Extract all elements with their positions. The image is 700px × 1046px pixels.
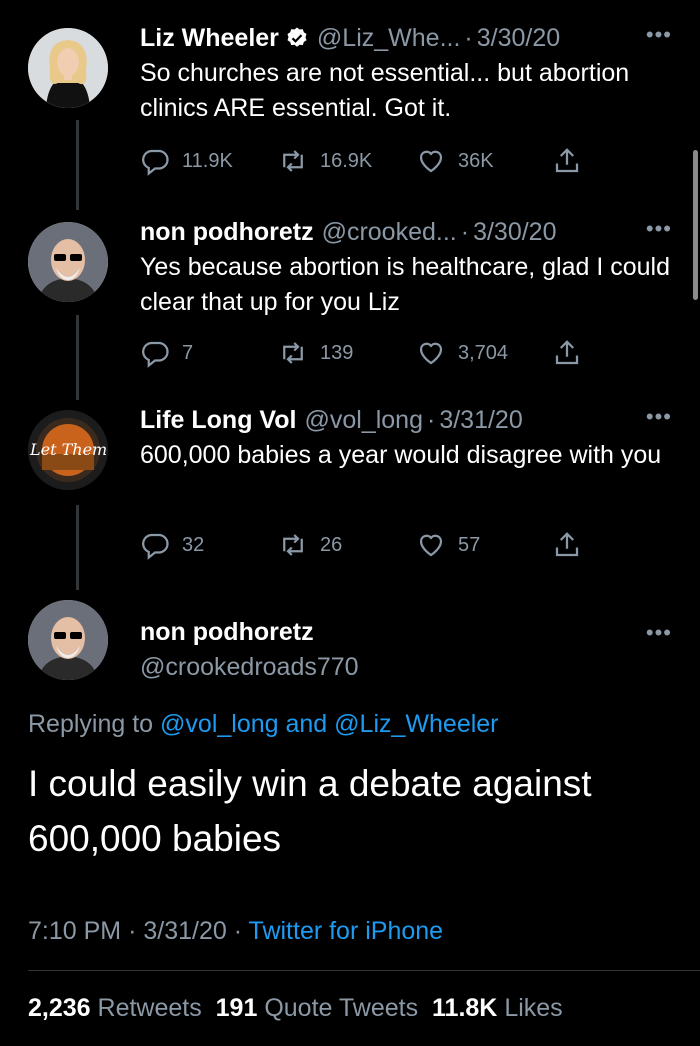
separator-dot: · — [426, 406, 436, 434]
tweet-source-link[interactable]: Twitter for iPhone — [249, 917, 444, 945]
main-tweet-text: I could easily win a debate against 600,… — [28, 763, 592, 859]
main-author-name[interactable]: non podhoretz — [140, 618, 359, 647]
more-options-icon[interactable]: ••• — [646, 216, 672, 242]
author-name[interactable]: Liz Wheeler — [140, 22, 279, 54]
heart-icon — [419, 534, 443, 557]
engagement-stats: 2,236 Retweets 191 Quote Tweets 11.8K Li… — [28, 994, 563, 1023]
tweet-date[interactable]: 3/30/20 — [477, 22, 560, 54]
tweet-date[interactable]: 3/30/20 — [473, 216, 556, 248]
author-handle[interactable]: @crooked... — [322, 216, 457, 248]
main-author-block[interactable]: non podhoretz @crookedroads770 — [140, 618, 359, 682]
tweet-text: So churches are not essential... but abo… — [140, 59, 630, 122]
heart-icon — [419, 150, 443, 173]
separator-dot: · — [464, 24, 473, 52]
avatar-liz-wheeler[interactable] — [28, 28, 108, 108]
retweet-count: 26 — [320, 533, 343, 556]
tweet-text: 600,000 babies a year would disagree wit… — [140, 441, 662, 469]
reply-count: 7 — [182, 341, 194, 364]
tweet-meta: 7:10 PM · 3/31/20 · Twitter for iPhone — [28, 917, 443, 946]
replying-to: Replying to @vol_long and @Liz_Wheeler — [28, 710, 499, 739]
reply-icon — [142, 533, 169, 560]
replying-prefix: Replying to — [28, 710, 154, 738]
reply-button[interactable]: 7 — [140, 338, 193, 368]
thread-line — [76, 315, 79, 400]
reply-mention-liz-wheeler[interactable]: @Liz_Wheeler — [334, 710, 498, 738]
avatar-main-author[interactable] — [28, 600, 108, 680]
avatar-non-podhoretz[interactable] — [28, 222, 108, 302]
reply-icon — [142, 341, 169, 368]
author-name[interactable]: non podhoretz — [140, 216, 314, 248]
like-button[interactable]: 36K — [416, 146, 494, 176]
retweet-button[interactable]: 16.9K — [278, 146, 372, 176]
thread-line — [76, 120, 79, 210]
avatar-life-long-vol[interactable]: Let Them — [28, 410, 108, 490]
like-count: 57 — [458, 533, 481, 556]
scrollbar[interactable] — [693, 150, 698, 300]
retweet-count: 139 — [320, 341, 354, 364]
reply-count: 11.9K — [182, 149, 233, 172]
share-button[interactable] — [552, 530, 582, 560]
reply-button[interactable]: 32 — [140, 530, 204, 560]
retweet-icon — [283, 534, 303, 556]
reply-mention-and: and — [285, 710, 328, 738]
divider — [28, 970, 700, 971]
reply-button[interactable]: 11.9K — [140, 146, 233, 176]
reply-mention-vol-long[interactable]: @vol_long — [160, 710, 279, 738]
share-icon — [555, 148, 579, 173]
tweet-text: Yes because abortion is healthcare, glad… — [140, 253, 670, 316]
more-options-icon[interactable]: ••• — [646, 620, 672, 646]
share-button[interactable] — [552, 338, 582, 368]
verified-badge-icon — [285, 26, 309, 50]
share-icon — [555, 340, 579, 365]
retweet-icon — [283, 150, 303, 172]
separator-dot: · — [460, 218, 470, 246]
retweet-button[interactable]: 139 — [278, 338, 353, 368]
author-name[interactable]: Life Long Vol — [140, 404, 296, 436]
share-button[interactable] — [552, 146, 582, 176]
like-button[interactable]: 57 — [416, 530, 480, 560]
more-options-icon[interactable]: ••• — [646, 404, 672, 430]
tweet-date[interactable]: 3/31/20 — [439, 404, 522, 436]
retweet-count: 16.9K — [320, 149, 373, 172]
like-count: 3,704 — [458, 341, 509, 364]
retweet-button[interactable]: 26 — [278, 530, 342, 560]
like-count: 36K — [458, 149, 494, 172]
more-options-icon[interactable]: ••• — [646, 22, 672, 48]
retweets-stat[interactable]: 2,236 Retweets — [28, 994, 202, 1022]
quote-tweets-stat[interactable]: 191 Quote Tweets — [216, 994, 418, 1022]
author-handle[interactable]: @Liz_Whe... — [317, 22, 460, 54]
avatar-script-text: Let Them — [30, 440, 108, 459]
tweet-full-date[interactable]: 3/31/20 — [143, 917, 226, 945]
author-handle[interactable]: @vol_long — [304, 404, 423, 436]
likes-stat[interactable]: 11.8K Likes — [432, 994, 563, 1022]
separator-dot: · — [233, 917, 243, 945]
like-button[interactable]: 3,704 — [416, 338, 508, 368]
heart-icon — [419, 342, 443, 365]
tweet-time[interactable]: 7:10 PM — [28, 917, 121, 945]
reply-icon — [142, 149, 169, 176]
thread-line — [76, 505, 79, 590]
reply-count: 32 — [182, 533, 205, 556]
separator-dot: · — [128, 917, 137, 945]
retweet-icon — [283, 342, 303, 364]
main-author-handle[interactable]: @crookedroads770 — [140, 653, 359, 682]
share-icon — [555, 532, 579, 557]
